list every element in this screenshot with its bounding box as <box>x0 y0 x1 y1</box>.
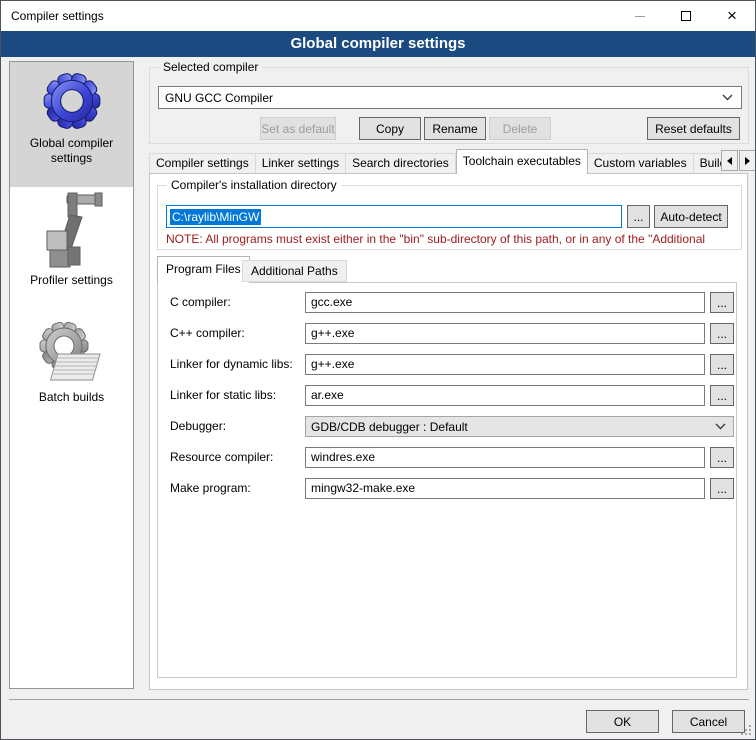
page-title: Global compiler settings <box>1 31 755 57</box>
cpp-compiler-browse-button[interactable]: ... <box>710 323 734 344</box>
debugger-select[interactable]: GDB/CDB debugger : Default <box>305 416 734 437</box>
sidebar-item-label: Batch builds <box>35 388 108 411</box>
tab-scroll-right-button[interactable] <box>739 150 756 171</box>
sidebar-item-profiler-settings[interactable]: Profiler settings <box>10 191 133 294</box>
field-label-linker-static: Linker for static libs: <box>170 385 276 406</box>
sidebar-item-label: Global compiler settings <box>10 134 133 172</box>
close-icon: × <box>727 11 737 21</box>
sidebar-item-batch-builds[interactable]: Batch builds <box>10 318 133 411</box>
make-program-input[interactable]: mingw32-make.exe <box>305 478 705 499</box>
linker-static-input[interactable]: ar.exe <box>305 385 705 406</box>
tab-search-directories[interactable]: Search directories <box>346 153 456 174</box>
installation-directory-value: C:\raylib\MinGW <box>170 209 261 225</box>
arrow-left-icon <box>727 157 732 165</box>
tab-scroll-left-button[interactable] <box>721 150 738 171</box>
chevron-down-icon <box>715 423 733 430</box>
sidebar-item-label: Profiler settings <box>26 271 117 294</box>
settings-category-list: Global compiler settings Profiler settin… <box>9 61 134 689</box>
delete-button[interactable]: Delete <box>489 117 551 140</box>
make-program-browse-button[interactable]: ... <box>710 478 734 499</box>
subtab-additional-paths[interactable]: Additional Paths <box>242 260 347 282</box>
field-label-debugger: Debugger: <box>170 416 226 437</box>
sidebar-item-global-compiler-settings[interactable]: Global compiler settings <box>10 62 133 187</box>
selected-compiler-group: Selected compiler GNU GCC Compiler Set a… <box>149 67 749 144</box>
field-label-resource-compiler: Resource compiler: <box>170 447 273 468</box>
resource-compiler-input[interactable]: windres.exe <box>305 447 705 468</box>
window-title: Compiler settings <box>1 9 617 23</box>
minimize-button[interactable] <box>617 2 663 31</box>
gray-gear-stack-icon <box>36 318 108 388</box>
tab-build-options[interactable]: Build options <box>694 153 721 174</box>
browse-directory-button[interactable]: ... <box>627 205 650 228</box>
installation-directory-group: Compiler's installation directory C:\ray… <box>157 185 742 250</box>
auto-detect-button[interactable]: Auto-detect <box>654 205 728 228</box>
minimize-icon <box>635 16 645 17</box>
linker-static-browse-button[interactable]: ... <box>710 385 734 406</box>
linker-dynamic-input[interactable]: g++.exe <box>305 354 705 375</box>
set-as-default-button[interactable]: Set as default <box>260 117 336 140</box>
arrow-right-icon <box>745 157 750 165</box>
compiler-select-value: GNU GCC Compiler <box>165 91 273 105</box>
titlebar: Compiler settings × <box>1 1 755 31</box>
compiler-tabs: Compiler settings Linker settings Search… <box>149 149 721 174</box>
caliper-icon <box>37 191 107 271</box>
cpp-compiler-input[interactable]: g++.exe <box>305 323 705 344</box>
bin-subdirectory-note: NOTE: All programs must exist either in … <box>166 232 741 246</box>
linker-dynamic-browse-button[interactable]: ... <box>710 354 734 375</box>
footer-divider <box>9 699 749 700</box>
copy-button[interactable]: Copy <box>359 117 421 140</box>
maximize-icon <box>681 11 691 21</box>
chevron-down-icon <box>722 94 741 101</box>
field-label-cpp-compiler: C++ compiler: <box>170 323 245 344</box>
rename-button[interactable]: Rename <box>424 117 486 140</box>
group-label: Selected compiler <box>159 60 262 74</box>
close-button[interactable]: × <box>709 2 755 31</box>
ok-button[interactable]: OK <box>586 710 659 733</box>
reset-defaults-button[interactable]: Reset defaults <box>647 117 740 140</box>
tab-compiler-settings[interactable]: Compiler settings <box>149 153 256 174</box>
field-label-c-compiler: C compiler: <box>170 292 231 313</box>
resource-compiler-browse-button[interactable]: ... <box>710 447 734 468</box>
blue-gear-icon <box>39 68 105 134</box>
installation-directory-input[interactable]: C:\raylib\MinGW <box>166 205 622 228</box>
c-compiler-input[interactable]: gcc.exe <box>305 292 705 313</box>
field-label-make-program: Make program: <box>170 478 251 499</box>
tab-custom-variables[interactable]: Custom variables <box>588 153 694 174</box>
subtab-program-files[interactable]: Program Files <box>157 256 250 283</box>
c-compiler-browse-button[interactable]: ... <box>710 292 734 313</box>
cancel-button[interactable]: Cancel <box>672 710 745 733</box>
field-label-linker-dynamic: Linker for dynamic libs: <box>170 354 293 375</box>
maximize-button[interactable] <box>663 2 709 31</box>
resize-grip[interactable] <box>749 733 751 735</box>
program-files-page: C compiler: gcc.exe ... C++ compiler: g+… <box>157 282 737 678</box>
tab-linker-settings[interactable]: Linker settings <box>256 153 346 174</box>
tab-toolchain-executables[interactable]: Toolchain executables <box>456 149 588 174</box>
compiler-select[interactable]: GNU GCC Compiler <box>158 86 742 109</box>
compiler-settings-dialog: Compiler settings × Global compiler sett… <box>0 0 756 740</box>
debugger-select-value: GDB/CDB debugger : Default <box>311 420 468 434</box>
group-label: Compiler's installation directory <box>167 178 341 192</box>
